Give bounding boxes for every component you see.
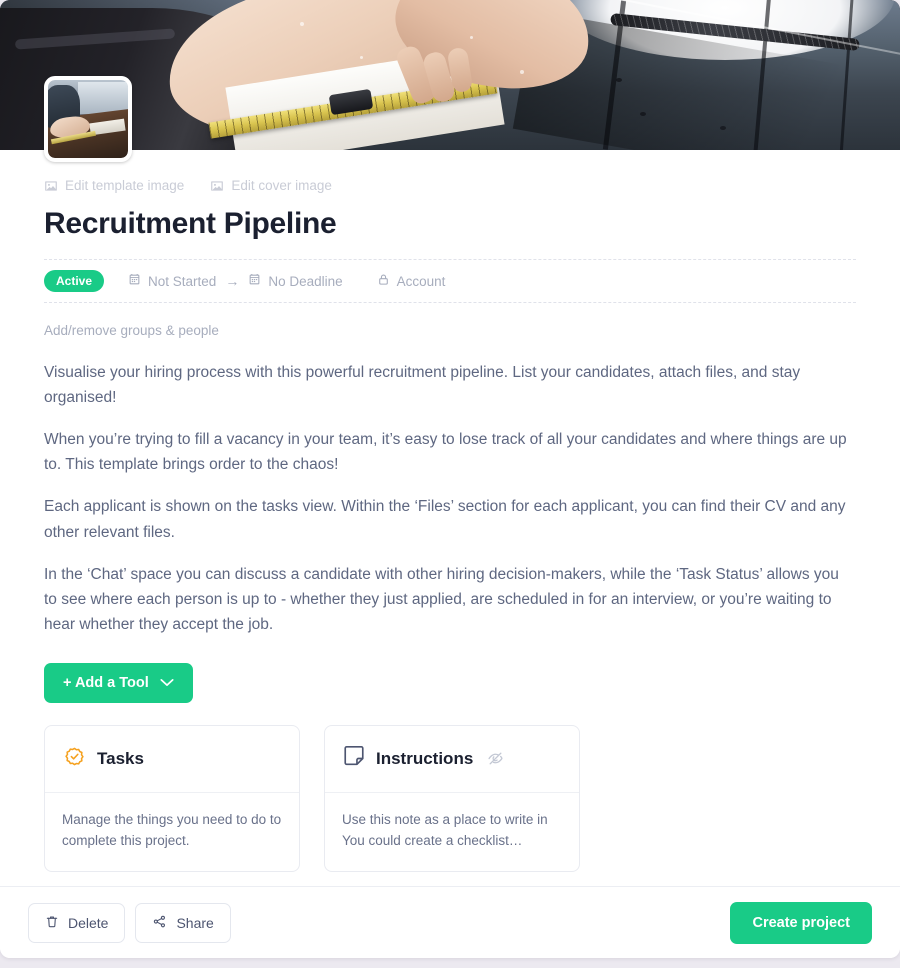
eye-off-icon: [487, 750, 504, 767]
image-actions: Edit template image Edit cover image: [44, 150, 856, 193]
tool-card-body: Manage the things you need to do to comp…: [62, 811, 282, 848]
tool-card-body: Use this note as a place to write in You…: [342, 811, 548, 848]
project-meta-bar: Active Not Started → No Deadline Account: [44, 259, 856, 303]
create-project-button[interactable]: Create project: [730, 901, 872, 944]
visibility-item[interactable]: Account: [377, 273, 446, 289]
due-date-label: No Deadline: [268, 273, 343, 289]
tool-cards: Tasks Manage the things you need to do t…: [44, 724, 856, 873]
share-button[interactable]: Share: [135, 902, 231, 943]
tool-card-instructions[interactable]: Instructions Use this note as a place to…: [324, 724, 580, 873]
image-icon: [210, 179, 224, 193]
share-nodes-icon: [152, 914, 167, 932]
add-a-tool-label: + Add a Tool: [63, 674, 149, 691]
lock-icon: [377, 273, 390, 289]
due-date-item[interactable]: No Deadline: [248, 273, 343, 289]
edit-template-image-button[interactable]: Edit template image: [44, 178, 184, 193]
image-icon: [44, 179, 58, 193]
thumbnail-artwork: [48, 80, 128, 158]
cover-artwork: [0, 0, 900, 150]
template-thumbnail[interactable]: [44, 76, 132, 162]
tool-card-title: Tasks: [97, 748, 144, 768]
calendar-icon: [128, 273, 141, 289]
footer-left-actions: Delete Share: [28, 902, 231, 943]
delete-button[interactable]: Delete: [28, 902, 126, 943]
cover-image[interactable]: [0, 0, 900, 150]
description-paragraph: In the ‘Chat’ space you can discuss a ca…: [44, 565, 839, 633]
delete-label: Delete: [68, 914, 109, 931]
start-date-item[interactable]: Not Started: [128, 273, 216, 289]
project-panel: Edit template image Edit cover image Rec…: [0, 0, 900, 958]
app-root: Edit template image Edit cover image Rec…: [0, 0, 900, 968]
calendar-icon: [248, 273, 261, 289]
edit-cover-image-button[interactable]: Edit cover image: [210, 178, 332, 193]
action-footer: Delete Share Create project: [0, 886, 900, 958]
trash-icon: [45, 914, 59, 932]
date-range-arrow-icon: →: [225, 273, 240, 289]
edit-template-image-label: Edit template image: [65, 178, 185, 193]
edit-cover-image-label: Edit cover image: [231, 178, 332, 193]
description-paragraph: Each applicant is shown on the tasks vie…: [44, 498, 846, 541]
task-badge-check-icon: [62, 744, 87, 774]
note-icon: [342, 744, 366, 773]
tool-card-tasks[interactable]: Tasks Manage the things you need to do t…: [44, 724, 300, 873]
description-paragraph: When you’re trying to fill a vacancy in …: [44, 431, 847, 474]
share-label: Share: [176, 914, 214, 931]
visibility-label: Account: [396, 273, 446, 289]
date-range-group: Not Started → No Deadline: [128, 273, 343, 289]
panel-body: Edit template image Edit cover image Rec…: [0, 150, 900, 873]
chevron-down-icon: [160, 675, 174, 691]
tool-card-header: Tasks: [45, 726, 299, 793]
description-paragraph: Visualise your hiring process with this …: [44, 364, 801, 407]
tool-card-title: Instructions: [376, 748, 474, 768]
tool-card-header: Instructions: [325, 726, 579, 793]
project-description: Visualise your hiring process with this …: [44, 360, 856, 637]
add-remove-groups-link[interactable]: Add/remove groups & people: [44, 323, 219, 338]
add-a-tool-button[interactable]: + Add a Tool: [44, 662, 193, 703]
start-date-label: Not Started: [148, 273, 217, 289]
page-title: Recruitment Pipeline: [44, 207, 337, 240]
status-badge[interactable]: Active: [44, 269, 105, 293]
